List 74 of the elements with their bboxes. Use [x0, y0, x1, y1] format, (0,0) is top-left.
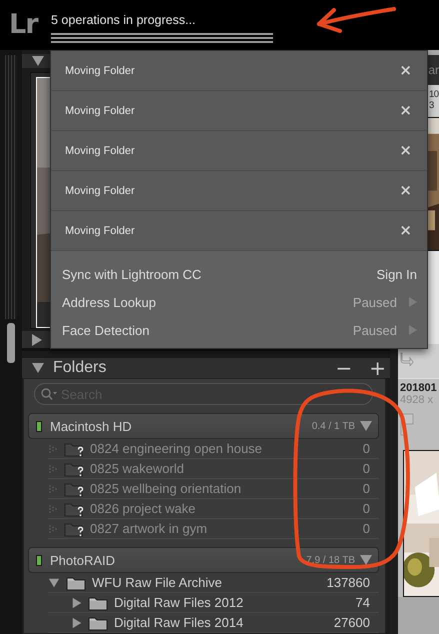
module-tab[interactable]: ar	[428, 63, 439, 77]
cancel-button[interactable]: ×	[398, 103, 413, 118]
scrollbar-thumb[interactable]	[7, 323, 15, 363]
folder-name[interactable]: 0825 wakeworld	[90, 461, 363, 476]
dotted-triangle-icon	[48, 524, 58, 534]
dotted-triangle-icon	[48, 444, 58, 454]
image-size: 3	[429, 100, 434, 111]
file-name: 10	[429, 89, 439, 100]
folder-name[interactable]: 0825 wellbeing orientation	[90, 481, 363, 496]
remove-folder-button[interactable]: −	[331, 358, 356, 378]
volume-header[interactable]: Macintosh HD 0.4 / 1 TB	[28, 413, 379, 439]
dotted-triangle-icon	[48, 484, 58, 494]
missing-folder-icon	[64, 440, 86, 456]
photo-count: 27600	[334, 615, 370, 630]
dropdown-triangle-icon[interactable]	[360, 421, 372, 431]
folder-row[interactable]: 0825 wakeworld 0	[48, 459, 379, 479]
folder-row[interactable]: 0824 engineering open house 0	[48, 439, 379, 459]
cancel-button[interactable]: ×	[398, 183, 413, 198]
folder-row[interactable]: Digital Raw Files 2014 27600	[48, 613, 379, 633]
service-label: Face Detection	[62, 322, 150, 338]
search-icon[interactable]	[41, 388, 57, 400]
folder-name[interactable]: Digital Raw Files 2012	[114, 595, 356, 610]
file-name: 201801	[399, 382, 438, 394]
folder-name[interactable]: 0826 project wake	[90, 501, 363, 516]
panel-title: Folders	[53, 359, 108, 377]
disk-usage: 0.4 / 1 TB	[312, 420, 355, 432]
operation-label: Moving Folder	[65, 144, 136, 156]
status-light-icon	[36, 420, 42, 432]
folder-name[interactable]: 0824 engineering open house	[90, 441, 363, 456]
photo-count: 74	[356, 595, 370, 610]
folder-name[interactable]: WFU Raw File Archive	[92, 575, 327, 590]
photo-count: 0	[362, 481, 370, 496]
service-label: Sync with Lightroom CC	[62, 266, 202, 282]
flag-icon[interactable]	[400, 412, 414, 436]
missing-folder-icon	[64, 520, 86, 536]
folder-icon	[88, 594, 110, 610]
folder-icon	[88, 614, 110, 630]
disk-usage: 7.9 / 18 TB	[306, 554, 355, 566]
operation-label: Moving Folder	[65, 184, 136, 196]
cancel-button[interactable]: ×	[398, 63, 413, 78]
service-status: Paused	[352, 294, 397, 310]
photo-count: 0	[362, 501, 370, 516]
operation-label: Moving Folder	[65, 224, 136, 236]
folder-row[interactable]: Digital Raw Files 2012 74	[48, 593, 379, 613]
sign-in-link[interactable]: Sign In	[376, 266, 417, 282]
volume-header[interactable]: PhotoRAID 7.9 / 18 TB	[28, 547, 379, 573]
folder-row[interactable]: 0825 wellbeing orientation 0	[48, 479, 379, 499]
dotted-triangle-icon	[48, 504, 58, 514]
photo-count: 0	[362, 521, 370, 536]
service-label: Address Lookup	[62, 294, 157, 310]
missing-folder-icon	[64, 500, 86, 516]
add-folder-button[interactable]: +	[365, 358, 390, 378]
photo-count: 137860	[326, 575, 370, 590]
activity-status[interactable]: 5 operations in progress...	[51, 13, 273, 27]
service-status: Paused	[352, 322, 397, 338]
folder-row[interactable]: 0827 artwork in gym 0	[48, 519, 379, 539]
operation-label: Moving Folder	[65, 64, 136, 76]
folder-name[interactable]: 0827 artwork in gym	[90, 521, 363, 536]
panel-grip[interactable]	[5, 55, 17, 319]
folder-row[interactable]: 0826 project wake 0	[48, 499, 379, 519]
folder-icon	[66, 574, 88, 590]
folder-name[interactable]: Digital Raw Files 2014	[114, 615, 334, 630]
app-logo: Lr	[9, 11, 40, 38]
status-light-icon	[36, 554, 42, 566]
cancel-button[interactable]: ×	[398, 223, 413, 238]
dropdown-triangle-icon[interactable]	[360, 555, 372, 565]
missing-folder-icon	[64, 460, 86, 476]
photo-count: 0	[362, 461, 370, 476]
dotted-triangle-icon	[48, 464, 58, 474]
cancel-button[interactable]: ×	[398, 143, 413, 158]
operation-label: Moving Folder	[65, 104, 136, 116]
folder-row[interactable]: WFU Raw File Archive 137860	[48, 573, 379, 593]
photo-count: 0	[362, 441, 370, 456]
missing-folder-icon	[64, 480, 86, 496]
